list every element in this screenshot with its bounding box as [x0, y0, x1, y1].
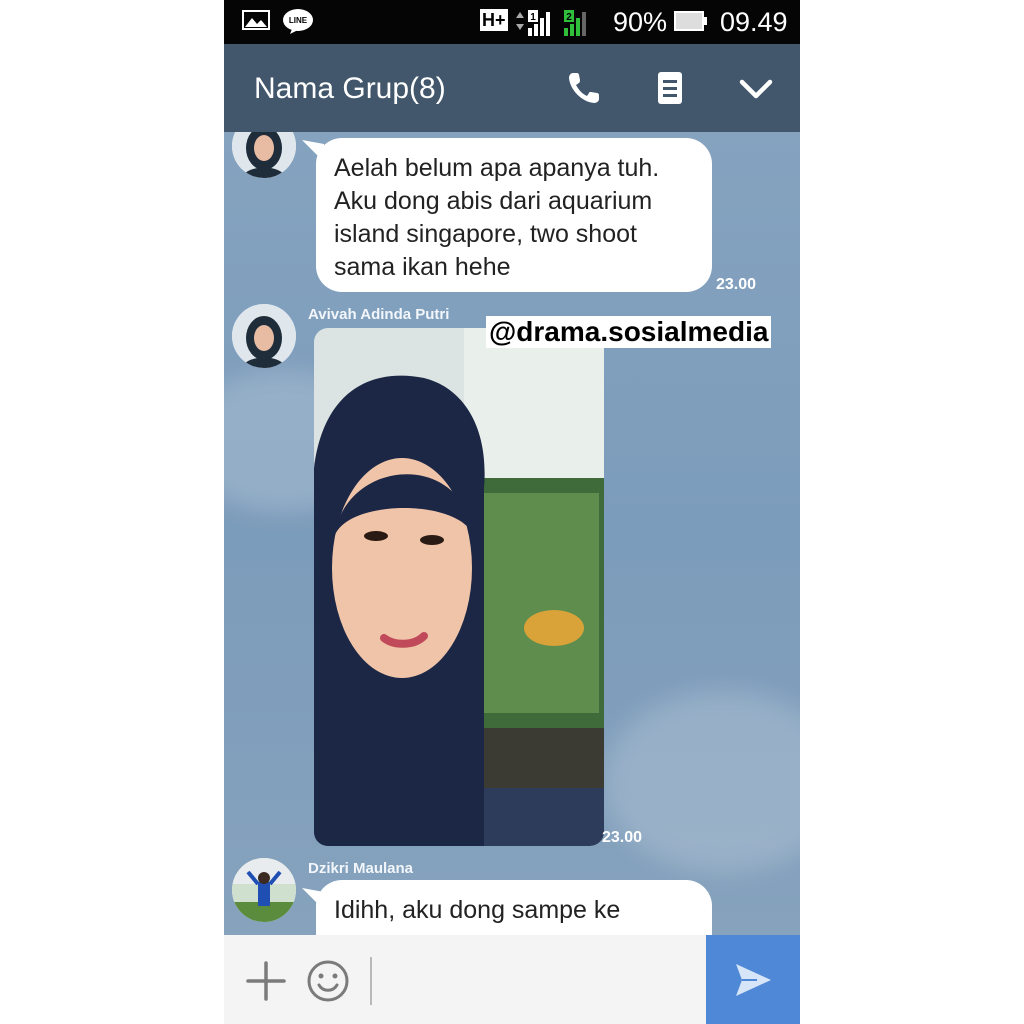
chevron-down-icon[interactable] [736, 68, 776, 108]
notes-icon[interactable] [650, 68, 690, 108]
svg-text:2: 2 [566, 12, 572, 23]
signal-sim1-icon: 1 [516, 10, 550, 36]
phone-icon[interactable] [564, 68, 604, 108]
send-button[interactable] [706, 935, 800, 1024]
sender-name: Dzikri Maulana [308, 860, 414, 877]
chat-title[interactable]: Nama Grup(8) [254, 72, 446, 106]
avatar[interactable] [232, 304, 296, 368]
network-type: H+ [480, 9, 508, 31]
sender-name: Avivah Adinda Putri [308, 306, 450, 323]
message-text-line: island singapore, two shoot [334, 220, 637, 248]
signal-sim2-icon: 2 [564, 10, 586, 36]
message-time: 23.00 [602, 829, 643, 846]
svg-text:1: 1 [530, 12, 536, 23]
message-text-line: Idihh, aku dong sampe ke [334, 896, 621, 924]
line-app-icon: LINE [283, 9, 313, 34]
image-notification-icon [242, 10, 270, 30]
battery-percent: 90% [613, 7, 668, 37]
plus-icon[interactable] [244, 959, 288, 1003]
message-bubble[interactable]: Idihh, aku dong sampe ke [316, 880, 712, 935]
message-input-bar [224, 935, 800, 1024]
watermark: @drama.sosialmedia [486, 316, 772, 348]
message-text-line: Aelah belum apa apanya tuh. [334, 154, 660, 182]
svg-text:LINE: LINE [289, 16, 308, 25]
message-input[interactable] [370, 957, 714, 1005]
message-time: 23.00 [716, 276, 757, 293]
status-bar: LINE H+ 1 2 90% 09.49 [224, 0, 800, 44]
clock: 09.49 [720, 7, 788, 37]
avatar[interactable] [232, 132, 296, 178]
emoji-icon[interactable] [306, 959, 350, 1003]
battery-icon [674, 11, 707, 31]
chat-header: Nama Grup(8) [224, 44, 800, 132]
phone-screen: LINE H+ 1 2 90% 09.49 Nama Grup(8) Aelah… [224, 0, 800, 1024]
chat-area[interactable]: Aelah belum apa apanya tuh. Aku dong abi… [224, 132, 800, 935]
message-text-line: Aku dong abis dari aquarium [334, 187, 653, 215]
avatar[interactable] [232, 858, 296, 922]
message-text-line: sama ikan hehe [334, 253, 511, 281]
message-bubble[interactable]: Aelah belum apa apanya tuh. Aku dong abi… [316, 138, 712, 292]
send-icon [736, 964, 771, 996]
photo-message[interactable] [314, 328, 604, 846]
